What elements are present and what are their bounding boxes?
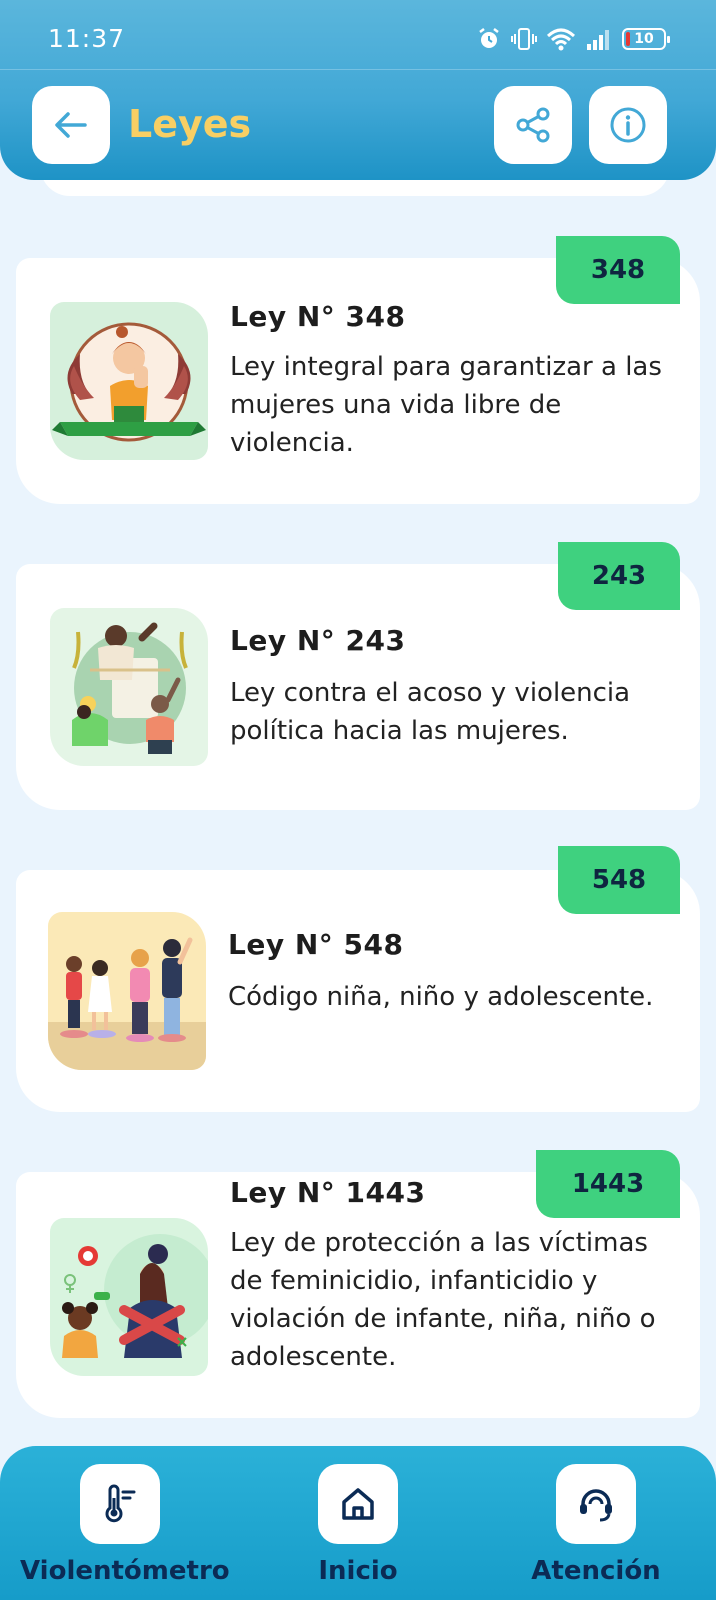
laws-list[interactable]: 348 Ley N° 348 Ley integral para garanti… [0, 180, 716, 1430]
law-title: Ley N° 243 [230, 624, 406, 657]
partial-card [40, 180, 670, 196]
law-card-548[interactable]: 548 Ley N° 548 Código niña, niño y adole… [16, 846, 700, 1112]
vibrate-icon [511, 28, 537, 50]
share-button[interactable] [494, 86, 572, 164]
law-illustration [50, 1218, 208, 1376]
law-description: Ley integral para garantizar a las mujer… [230, 352, 662, 458]
law-badge: 348 [556, 236, 680, 304]
law-card-1443[interactable]: 1443 Ley N° 1443 Ley de protección a las… [16, 1150, 700, 1418]
arrow-left-icon [55, 112, 87, 138]
nav-inicio[interactable]: Inicio [258, 1464, 458, 1600]
law-description: Código niña, niño y adolescente. [228, 982, 654, 1012]
alarm-icon [479, 28, 499, 48]
law-title: Ley N° 348 [230, 300, 406, 333]
law-description: Ley de protección a las víctimas de femi… [230, 1228, 656, 1372]
nav-button[interactable] [318, 1464, 398, 1544]
back-button[interactable] [32, 86, 110, 164]
info-button[interactable] [589, 86, 667, 164]
wifi-icon [546, 28, 576, 51]
share-icon [516, 107, 550, 143]
info-icon [610, 107, 646, 143]
law-description: Ley contra el acoso y violencia política… [230, 678, 631, 746]
bottom-navigation: Violentómetro Inicio Atención [0, 1446, 716, 1600]
law-card-243[interactable]: 243 Ley N° 243 Ley contra el acoso y vio… [16, 542, 700, 810]
law-illustration [48, 912, 206, 1070]
law-card-348[interactable]: 348 Ley N° 348 Ley integral para garanti… [16, 236, 700, 504]
nav-label: Inicio [318, 1556, 398, 1586]
law-illustration [50, 302, 208, 460]
battery-icon: 10 [622, 28, 670, 50]
nav-violentometro[interactable]: Violentómetro [20, 1464, 230, 1600]
law-badge: 1443 [536, 1150, 680, 1218]
app-header: 11:37 10 Leyes [0, 0, 716, 180]
home-icon [342, 1488, 374, 1520]
status-bar: 11:37 10 [0, 0, 716, 70]
status-time: 11:37 [48, 24, 126, 53]
status-icons: 10 [476, 26, 670, 52]
battery-level: 10 [634, 31, 654, 47]
nav-button[interactable] [80, 1464, 160, 1544]
nav-button[interactable] [556, 1464, 636, 1544]
headset-icon [580, 1489, 612, 1522]
thermometer-icon [105, 1484, 136, 1523]
page-title: Leyes [128, 102, 252, 146]
law-illustration [50, 608, 208, 766]
nav-label: Atención [531, 1556, 661, 1586]
law-badge: 243 [558, 542, 680, 610]
law-title: Ley N° 548 [228, 928, 404, 961]
nav-label: Violentómetro [20, 1556, 230, 1586]
law-title: Ley N° 1443 [230, 1176, 426, 1209]
nav-atencion[interactable]: Atención [496, 1464, 696, 1600]
signal-icon [587, 30, 609, 50]
law-badge: 548 [558, 846, 680, 914]
